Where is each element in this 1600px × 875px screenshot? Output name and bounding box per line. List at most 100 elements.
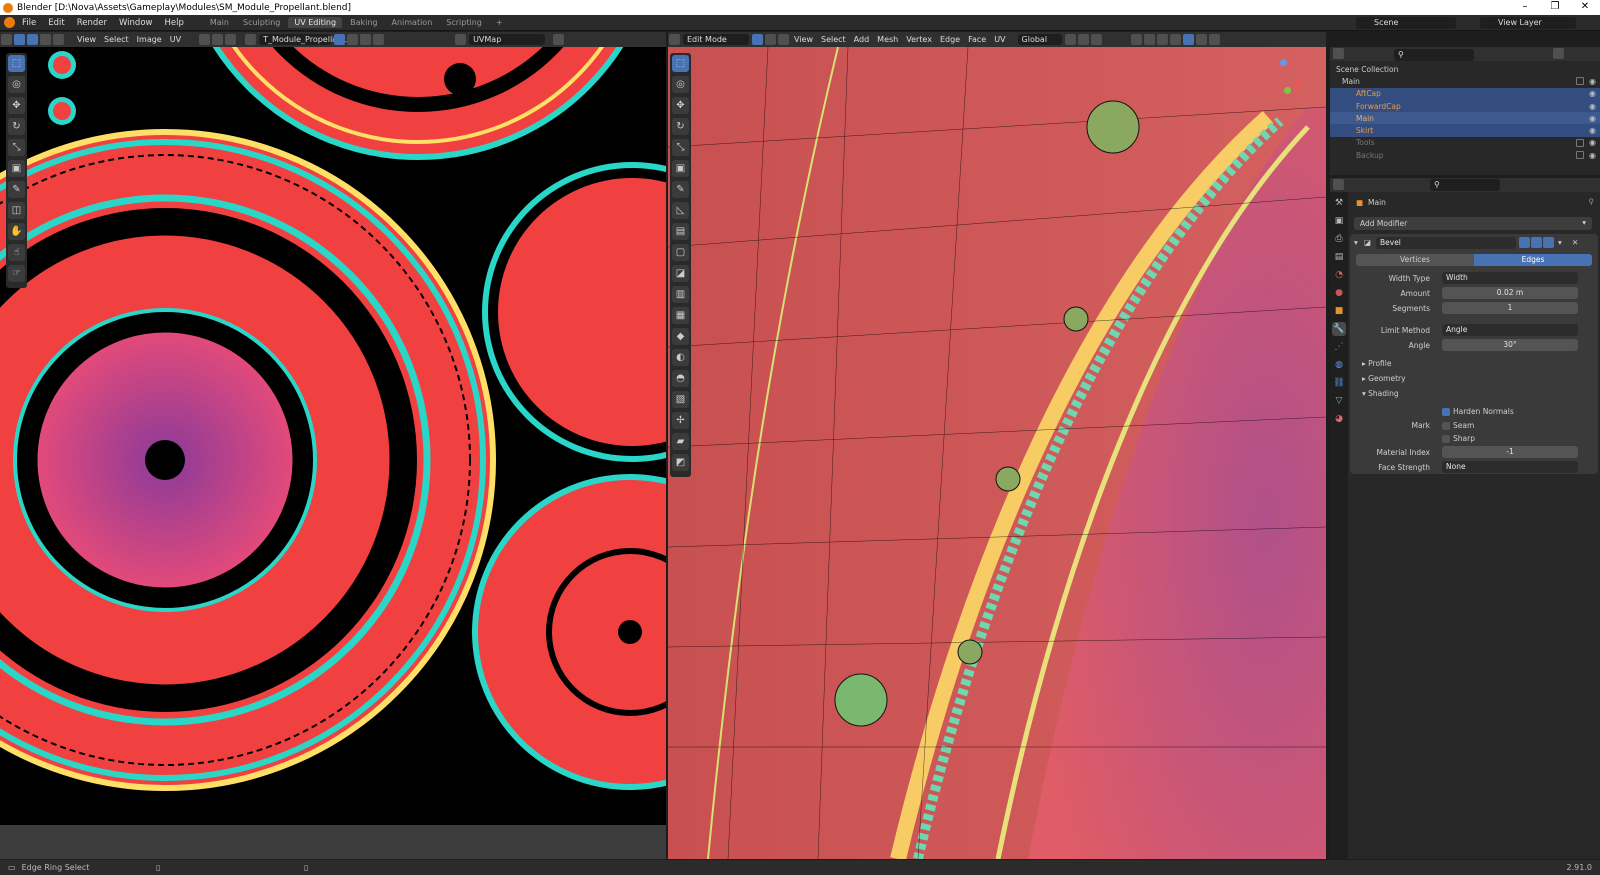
shrink-tool-icon[interactable]: ✢ xyxy=(672,412,689,429)
uv-menu-select[interactable]: Select xyxy=(100,35,133,44)
menu-edit[interactable]: Edit xyxy=(42,18,70,28)
outliner-item-forwardcap[interactable]: ForwardCap ◉ xyxy=(1330,99,1600,113)
smooth-tool-icon[interactable]: ◓ xyxy=(672,370,689,387)
view-layer-tab-icon[interactable]: ▤ xyxy=(1332,250,1346,264)
mode-selector[interactable]: Edit Mode xyxy=(683,34,749,45)
outliner-type-icon[interactable] xyxy=(1333,48,1344,59)
vp-menu-edge[interactable]: Edge xyxy=(936,35,964,44)
menu-render[interactable]: Render xyxy=(71,18,113,28)
material-tab-icon[interactable]: ◕ xyxy=(1332,412,1346,426)
scale-tool-icon[interactable]: ⤡ xyxy=(8,139,25,156)
view-layer-selector[interactable]: View Layer xyxy=(1480,17,1576,29)
vp-transform-tool-icon[interactable]: ▣ xyxy=(672,160,689,177)
vp-measure-tool-icon[interactable]: ◺ xyxy=(672,202,689,219)
outliner-item-tools[interactable]: Tools ◉ xyxy=(1330,137,1600,149)
image-browse-icon[interactable] xyxy=(245,34,257,45)
vp-pivot-icon[interactable] xyxy=(1064,34,1076,45)
rip-tool-icon[interactable]: ◫ xyxy=(8,202,25,219)
uv-map-field[interactable]: UVMap xyxy=(469,34,546,45)
exclude-checkbox[interactable] xyxy=(1576,138,1584,147)
eye-icon[interactable]: ◉ xyxy=(1589,126,1596,135)
vp-move-tool-icon[interactable]: ✥ xyxy=(672,97,689,114)
segments-field[interactable]: 1 xyxy=(1442,302,1578,314)
geometry-subpanel[interactable]: ▸ Geometry xyxy=(1350,372,1600,385)
viewport-toggle-icon[interactable] xyxy=(1531,237,1542,248)
face-strength-select[interactable]: None xyxy=(1442,461,1578,473)
seam-checkbox[interactable] xyxy=(1442,422,1450,430)
outliner-item-main[interactable]: Main ◉ xyxy=(1330,112,1600,125)
angle-field[interactable]: 30° xyxy=(1442,339,1578,351)
pivot-icon[interactable] xyxy=(199,34,211,45)
eye-icon[interactable]: ◉ xyxy=(1589,151,1596,160)
fake-user-icon[interactable] xyxy=(334,34,346,45)
vp-annotate-tool-icon[interactable]: ✎ xyxy=(672,181,689,198)
navigation-gizmo[interactable] xyxy=(1260,57,1304,101)
edit-mode-toggle-icon[interactable] xyxy=(1519,237,1530,248)
scene-tab-icon[interactable]: ◔ xyxy=(1332,268,1346,282)
vp-menu-mesh[interactable]: Mesh xyxy=(873,35,902,44)
vp-menu-view[interactable]: View xyxy=(790,35,817,44)
affect-edges-button[interactable]: Edges xyxy=(1474,254,1592,266)
constraints-tab-icon[interactable]: ⛓ xyxy=(1332,376,1346,390)
xray-icon[interactable] xyxy=(1169,34,1181,45)
eye-icon[interactable]: ◉ xyxy=(1589,89,1596,98)
gizmo-icon[interactable] xyxy=(1143,34,1155,45)
vp-menu-uv[interactable]: UV xyxy=(990,35,1009,44)
data-tab-icon[interactable]: ▽ xyxy=(1332,394,1346,408)
extrude-tool-icon[interactable]: ▤ xyxy=(672,223,689,240)
loop-cut-tool-icon[interactable]: ▥ xyxy=(672,286,689,303)
material-shading-icon[interactable] xyxy=(1195,34,1207,45)
eye-icon[interactable]: ◉ xyxy=(1589,114,1596,123)
outliner-scene-collection[interactable]: Scene Collection xyxy=(1330,63,1600,75)
vp-face-select-icon[interactable] xyxy=(778,34,789,45)
particles-tab-icon[interactable]: ⋰ xyxy=(1332,340,1346,354)
eye-icon[interactable]: ◉ xyxy=(1589,77,1596,86)
menu-help[interactable]: Help xyxy=(158,18,189,28)
poly-build-tool-icon[interactable]: ◆ xyxy=(672,328,689,345)
outliner-item-skirt[interactable]: Skirt ◉ xyxy=(1330,124,1600,137)
mark-seam-row[interactable]: Mark Seam xyxy=(1350,419,1600,432)
exclude-checkbox[interactable] xyxy=(1576,77,1584,86)
exclude-checkbox[interactable] xyxy=(1576,151,1584,160)
add-modifier-button[interactable]: Add Modifier ▾ xyxy=(1354,217,1592,230)
uv-menu-view[interactable]: View xyxy=(73,35,100,44)
edge-slide-tool-icon[interactable]: ▧ xyxy=(672,391,689,408)
vp-rotate-tool-icon[interactable]: ↻ xyxy=(672,118,689,135)
rip-region-tool-icon[interactable]: ◩ xyxy=(672,454,689,471)
pinch-tool-icon[interactable]: ☞ xyxy=(8,265,25,282)
spin-tool-icon[interactable]: ◐ xyxy=(672,349,689,366)
vp-menu-vertex[interactable]: Vertex xyxy=(902,35,936,44)
remove-modifier-icon[interactable]: ✕ xyxy=(1572,238,1578,247)
cursor-tool-icon[interactable]: ◎ xyxy=(8,76,25,93)
scene-selector[interactable]: Scene xyxy=(1356,17,1456,29)
properties-search-icon[interactable]: ⚲ xyxy=(1430,179,1500,191)
vp-menu-face[interactable]: Face xyxy=(964,35,990,44)
annotate-tool-icon[interactable]: ✎ xyxy=(8,181,25,198)
render-tab-icon[interactable]: ▣ xyxy=(1332,214,1346,228)
eye-icon[interactable]: ◉ xyxy=(1589,138,1596,147)
vp-vertex-select-icon[interactable] xyxy=(752,34,763,45)
editor-type-icon[interactable] xyxy=(1,34,12,45)
relax-tool-icon[interactable]: ☝ xyxy=(8,244,25,261)
material-index-field[interactable]: -1 xyxy=(1442,446,1578,458)
vp-edge-select-icon[interactable] xyxy=(765,34,776,45)
move-tool-icon[interactable]: ✥ xyxy=(8,97,25,114)
shear-tool-icon[interactable]: ▰ xyxy=(672,433,689,450)
vertex-select-icon[interactable] xyxy=(27,34,38,45)
menu-window[interactable]: Window xyxy=(113,18,159,28)
sync-selection-icon[interactable] xyxy=(14,34,25,45)
bevel-tool-icon[interactable]: ◪ xyxy=(672,265,689,282)
vp-cursor-tool-icon[interactable]: ◎ xyxy=(672,76,689,93)
rendered-shading-icon[interactable] xyxy=(1208,34,1220,45)
3d-viewport[interactable]: ⬚ ◎ ✥ ↻ ⤡ ▣ ✎ ◺ ▤ ▢ ◪ ▥ ▦ ◆ ◐ ◓ ▧ ✢ ▰ ◩ xyxy=(668,47,1326,859)
uv-editor-canvas[interactable]: ⬚ ◎ ✥ ↻ ⤡ ▣ ✎ ◫ ✋ ☝ ☞ xyxy=(0,47,666,825)
blender-menu-icon[interactable] xyxy=(4,17,15,28)
world-tab-icon[interactable]: ● xyxy=(1332,286,1346,300)
transform-tool-icon[interactable]: ▣ xyxy=(8,160,25,177)
uv-menu-image[interactable]: Image xyxy=(133,35,166,44)
tab-animation[interactable]: Animation xyxy=(385,17,438,28)
overlay-icon[interactable] xyxy=(1156,34,1168,45)
proportional-icon[interactable] xyxy=(225,34,237,45)
output-tab-icon[interactable]: ⎙ xyxy=(1332,232,1346,246)
outliner-item-aftcap[interactable]: AftCap ◉ xyxy=(1330,87,1600,100)
